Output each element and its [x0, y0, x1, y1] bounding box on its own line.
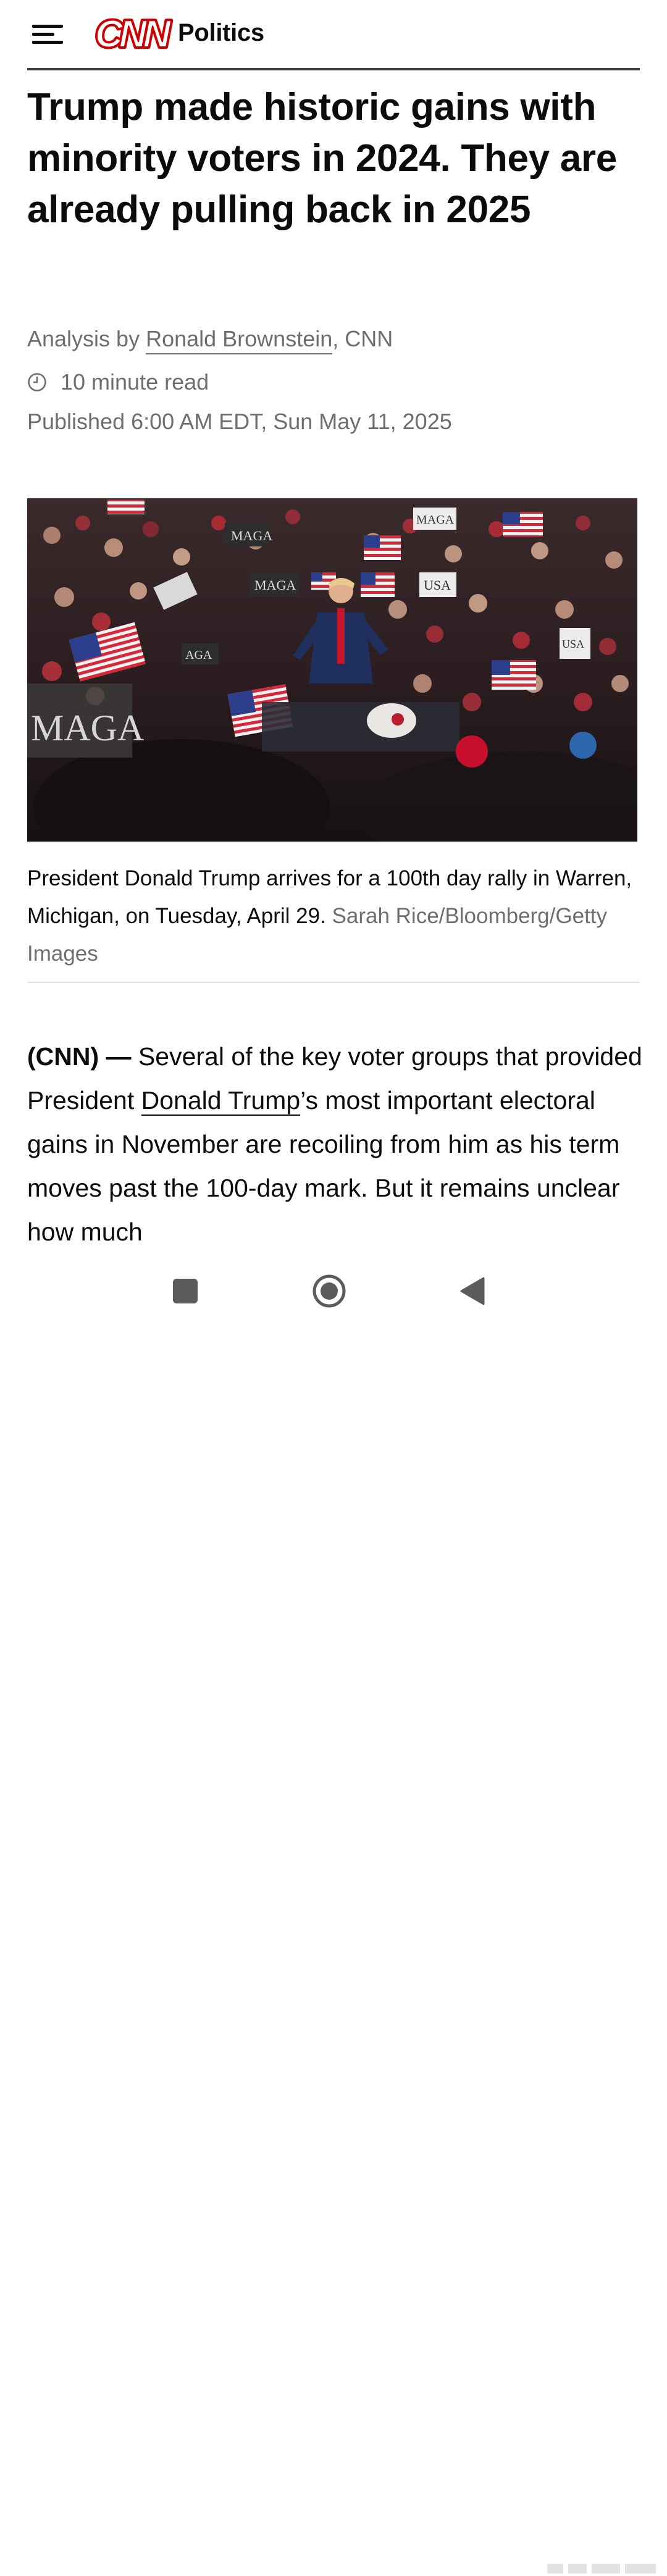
photo-sign-2: MAGA [254, 577, 296, 593]
photo-caption: President Donald Trump arrives for a 100… [27, 859, 640, 972]
donald-trump-link[interactable]: Donald Trump [141, 1086, 301, 1116]
divider [27, 982, 640, 983]
article-headline: Trump made historic gains with minority … [27, 86, 617, 231]
cnn-logo-mark: CNN CNN [94, 12, 174, 53]
photo-sign-5: USA [562, 638, 584, 650]
author-link[interactable]: Ronald Brownstein [146, 326, 333, 354]
byline-suffix: , CNN [332, 326, 393, 351]
watermark-decoration [547, 2564, 656, 2574]
dateline: (CNN) — [27, 1042, 132, 1071]
site-header: CNN CNN Politics [27, 11, 640, 70]
home-circle-icon[interactable] [308, 1269, 351, 1313]
cnn-logo[interactable]: CNN CNN Politics [94, 11, 264, 54]
rally-photo[interactable]: MAGA MAGA MAGA USA USA AGA MAGA [27, 498, 637, 842]
read-time-label: 10 minute read [61, 369, 209, 395]
published-timestamp: Published 6:00 AM EDT, Sun May 11, 2025 [27, 409, 452, 434]
rally-photo-image: MAGA MAGA MAGA USA USA AGA MAGA [27, 498, 637, 842]
clock-icon [28, 373, 46, 391]
article-body-paragraph: (CNN) — Several of the key voter groups … [27, 1035, 645, 1247]
section-label[interactable]: Politics [178, 19, 264, 47]
byline: Analysis by Ronald Brownstein, CNN [27, 326, 393, 354]
recents-square-icon[interactable] [164, 1269, 207, 1313]
byline-prefix: Analysis by [27, 326, 146, 351]
photo-sign-7: MAGA [31, 708, 144, 748]
photo-sign-6: AGA [185, 648, 212, 662]
hamburger-menu-icon[interactable] [32, 22, 63, 47]
photo-sign-1: MAGA [231, 528, 272, 543]
read-time: 10 minute read [27, 369, 209, 395]
photo-sign-3: MAGA [416, 513, 455, 527]
back-triangle-icon[interactable] [451, 1269, 494, 1313]
photo-sign-4: USA [424, 577, 451, 593]
svg-text:CNN: CNN [95, 13, 172, 53]
system-navigation-bar [0, 1253, 667, 2574]
